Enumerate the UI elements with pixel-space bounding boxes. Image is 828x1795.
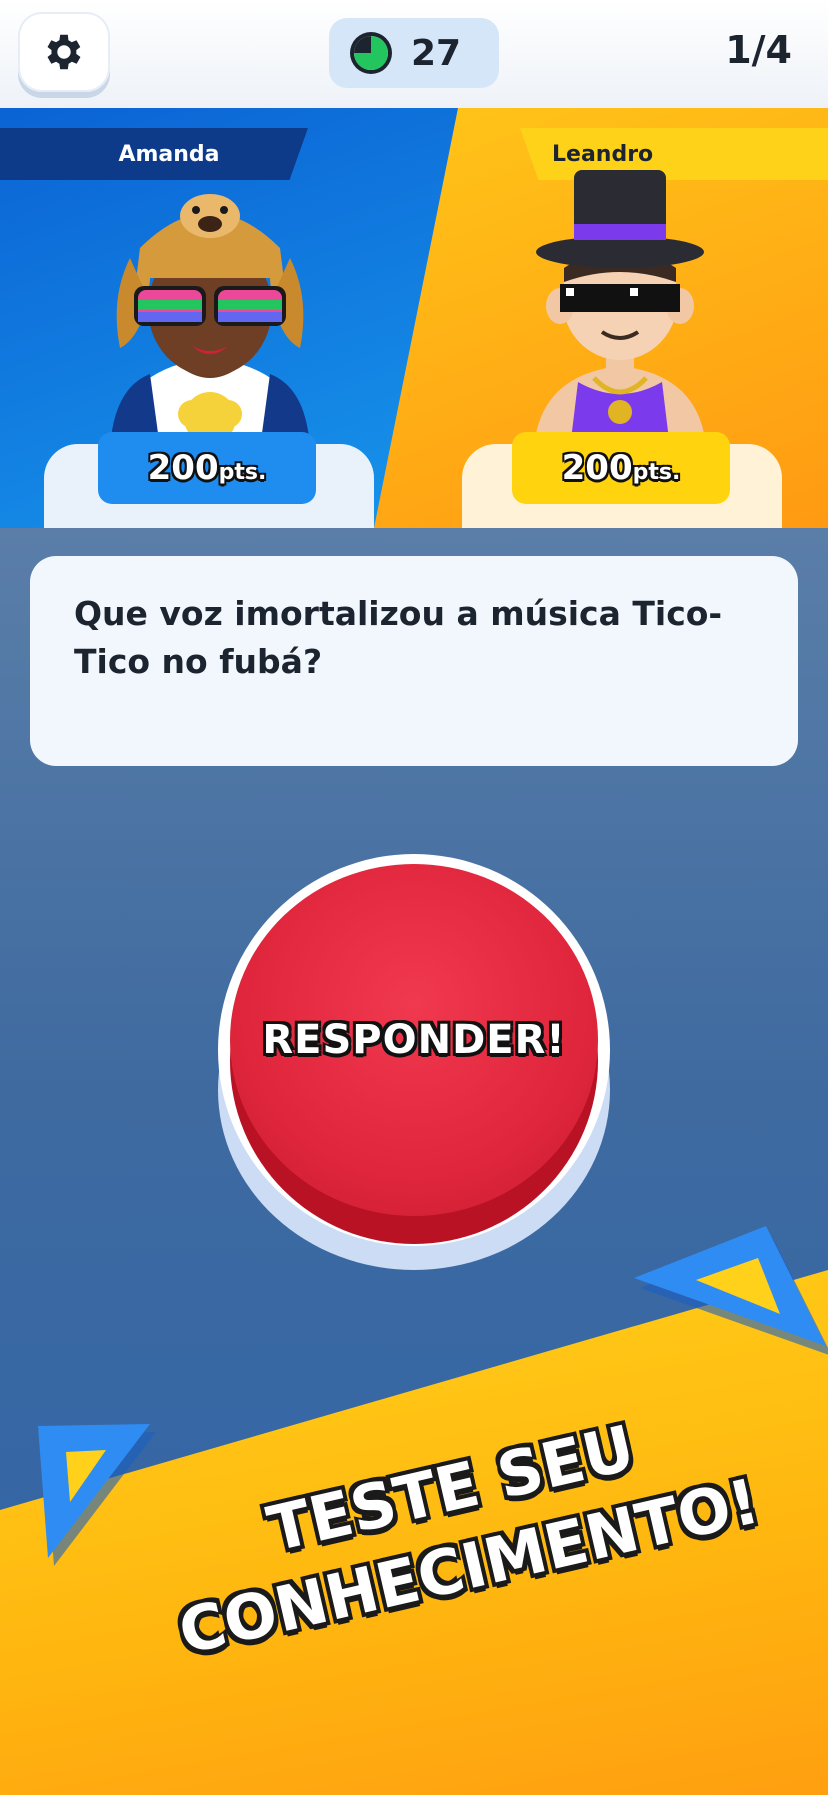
answer-button-face[interactable]: RESPONDER!	[230, 864, 598, 1216]
round-counter: 1/4	[725, 28, 792, 72]
player1-name: Amanda	[0, 128, 308, 180]
player1-avatar	[110, 194, 310, 448]
players-panel: Amanda Leandro 200pts. 200pts.	[0, 108, 828, 528]
answer-button-label: RESPONDER!	[262, 1017, 566, 1063]
question-text: Que voz imortalizou a música Tico-Tico n…	[74, 594, 723, 681]
player1-score-value: 200	[147, 448, 219, 488]
player2-score: 200pts.	[512, 432, 730, 504]
answer-button[interactable]: RESPONDER!	[214, 850, 614, 1270]
question-card: Que voz imortalizou a música Tico-Tico n…	[30, 556, 798, 766]
triangle-decoration-left	[38, 1424, 156, 1566]
pie-timer-icon	[350, 32, 392, 74]
timer-value: 27	[411, 32, 462, 74]
player1-score: 200pts.	[98, 432, 316, 504]
player1-score-unit: pts.	[218, 460, 267, 485]
player2-score-unit: pts.	[632, 460, 681, 485]
player2-avatar	[534, 170, 706, 448]
top-bar: 27 1/4	[0, 0, 828, 108]
settings-button[interactable]	[18, 12, 110, 92]
triangle-decoration-right	[634, 1226, 828, 1355]
gear-icon	[47, 34, 81, 70]
player2-score-value: 200	[561, 448, 633, 488]
timer-pill: 27	[329, 18, 499, 88]
